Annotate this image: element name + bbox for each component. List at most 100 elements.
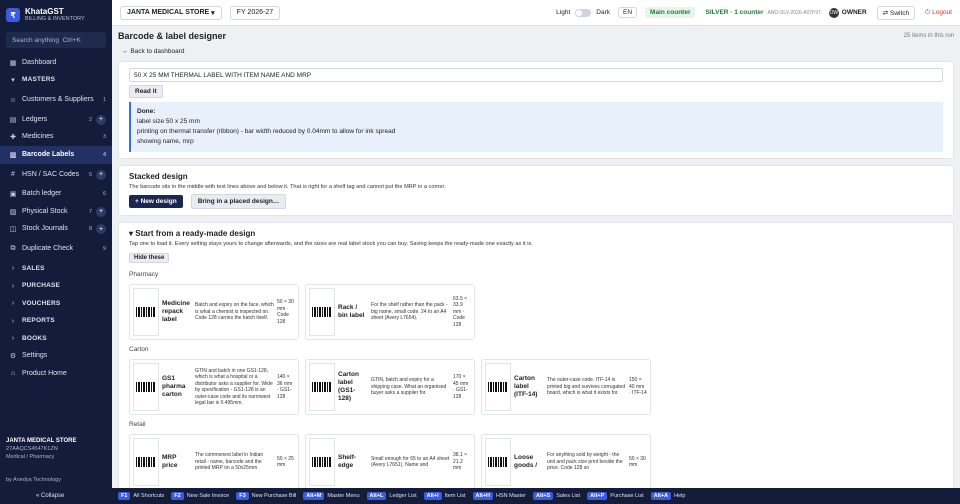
sidebar-item-stock-journals[interactable]: ◫ Stock Journals 8 + (0, 221, 112, 239)
placed-design-button[interactable]: Bring in a placed design… (190, 194, 287, 209)
template-name: MRP price (162, 454, 178, 469)
label-preview (485, 363, 511, 411)
sidebar-item-sales[interactable]: › SALES (0, 260, 112, 278)
readymade-title[interactable]: ▾ Start from a ready-made design (129, 229, 943, 238)
switch-button[interactable]: ⇄ Switch (876, 5, 916, 20)
sidebar-item-hsn-sac-codes[interactable]: # HSN / SAC Codes 5 + (0, 164, 112, 186)
template-card[interactable]: Carton label (ITF-14) The outer-case code… (481, 359, 651, 415)
shortcut-label: Ledger List (389, 493, 417, 499)
sidebar-item-product-home[interactable]: ⌂ Product Home (0, 365, 112, 383)
template-card[interactable]: GS1 pharma carton GTIN and batch in one G… (129, 359, 299, 415)
label-preview (133, 363, 159, 411)
template-card[interactable]: Loose goods / For anything sold by weight… (481, 434, 651, 488)
sidebar-item-settings[interactable]: ⚙ Settings (0, 348, 112, 366)
shortcut-alt-a[interactable]: Alt+A Help (650, 492, 685, 500)
shortcut-alt-i[interactable]: Alt+I Item List (423, 492, 466, 500)
sidebar-item-ledgers[interactable]: ▤ Ledgers 2 + (0, 111, 112, 129)
shortcut-key: Alt+I (423, 492, 442, 500)
sidebar-item-barcode-labels[interactable]: ▥ Barcode Labels 4 (0, 146, 112, 164)
add-icon[interactable]: + (96, 206, 106, 217)
sidebar-item-label: Barcode Labels (22, 150, 75, 158)
shortcut-bar: F1 All Shortcuts F2 New Sale Invoice F3 New P… (112, 488, 960, 504)
shortcut-label: Purchase List (610, 493, 644, 499)
plan-badge: SILVER · 1 counter (705, 9, 764, 16)
label-request-input[interactable]: 50 X 25 MM THERMAL LABEL WITH ITEM NAME … (129, 68, 943, 82)
shortcut-f2[interactable]: F2 New Sale Invoice (171, 492, 229, 500)
sidebar-item-medicines[interactable]: ✚ Medicines 3 (0, 129, 112, 147)
shortcut-alt-l[interactable]: Alt+L Ledger List (366, 492, 417, 500)
hide-these-button[interactable]: Hide these (129, 253, 170, 263)
main-content: Barcode & label designer 25 items in thi… (112, 26, 960, 488)
counter-badge[interactable]: Main counter (645, 7, 696, 18)
done-line: label size 50 x 25 mm (137, 118, 200, 125)
shortcut-f1[interactable]: F1 All Shortcuts (118, 492, 164, 500)
logout-icon: ⏻ (925, 8, 931, 16)
template-card[interactable]: Shelf-edge Small enough for 65 to an A4 s… (305, 434, 475, 488)
sidebar-item-label: Medicines (22, 133, 54, 141)
ledger-icon: ▤ (9, 116, 17, 124)
read-it-button[interactable]: Read it (129, 85, 163, 98)
shortcut-key: F1 (118, 492, 131, 500)
new-design-button[interactable]: + New design (129, 195, 183, 208)
sidebar-item-duplicate-check[interactable]: ⧉ Duplicate Check 9 (0, 238, 112, 260)
collapse-button[interactable]: « Collapse (36, 493, 64, 499)
search-input[interactable]: Search anything Ctrl+K (6, 32, 106, 48)
sidebar-item-label: Physical Stock (22, 207, 68, 215)
sidebar-item-label: MASTERS (22, 76, 56, 84)
template-card[interactable]: Carton label (GS1-128) GTIN, batch and ex… (305, 359, 475, 415)
sidebar-item-label: Customers & Suppliers (22, 96, 94, 103)
add-icon[interactable]: + (96, 114, 106, 125)
logout-button[interactable]: ⏻ Logout (925, 9, 952, 17)
done-line: showing name, mrp (137, 138, 194, 145)
sidebar-item-label: Product Home (22, 369, 67, 377)
shortcut-alt-m[interactable]: Alt+M Master Menu (303, 492, 360, 500)
shortcut-alt-p[interactable]: Alt+P Purchase List (587, 492, 644, 500)
sidebar-item-count: 8 (88, 226, 92, 233)
shortcut-alt-h[interactable]: Alt+H HSN Master (472, 492, 526, 500)
back-link[interactable]: ← Back to dashboard (122, 48, 185, 55)
sidebar-item-label: Batch ledger (22, 190, 62, 198)
template-desc: For anything sold by weight - the unit a… (547, 452, 623, 472)
template-grid: MRP price The commonest label in Indian r… (129, 434, 943, 488)
sidebar-item-count: 9 (102, 246, 106, 252)
done-title: Done: (137, 108, 156, 115)
template-card[interactable]: MRP price The commonest label in Indian r… (129, 434, 299, 488)
sidebar-item-masters[interactable]: ▾ MASTERS (0, 72, 112, 90)
shortcut-f3[interactable]: F3 New Purchase Bill (236, 492, 296, 500)
sidebar-item-customers-suppliers[interactable]: ☺ Customers & Suppliers 1 (0, 89, 112, 111)
sidebar-item-count: 3 (102, 134, 106, 141)
category-heading: Carton (129, 346, 149, 353)
store-selector[interactable]: JANTA MEDICAL STORE ▾ (120, 5, 222, 20)
sidebar-item-purchase[interactable]: › PURCHASE (0, 278, 112, 296)
sidebar-item-dashboard[interactable]: ▦ Dashboard (0, 54, 112, 72)
sidebar-item-physical-stock[interactable]: ▨ Physical Stock 7 + (0, 203, 112, 221)
template-card[interactable]: Rack / bin label For the shelf rather tha… (305, 284, 475, 340)
sidebar-item-reports[interactable]: › REPORTS (0, 313, 112, 331)
sidebar-item-label: REPORTS (22, 317, 55, 325)
readymade-panel: ▾ Start from a ready-made design Tap one… (118, 222, 954, 488)
theme-toggle[interactable] (575, 8, 592, 17)
caret-down-icon: ▾ (129, 229, 134, 238)
shortcut-key: F3 (236, 492, 249, 500)
sidebar-item-batch-ledger[interactable]: ▣ Batch ledger 6 (0, 186, 112, 204)
brand-name: KhataGST (25, 7, 64, 16)
journal-icon: ◫ (9, 226, 17, 234)
add-icon[interactable]: + (96, 169, 106, 180)
fy-selector[interactable]: FY 2026-27 (229, 5, 281, 20)
sidebar-item-count: 6 (102, 191, 106, 198)
add-icon[interactable]: + (96, 224, 106, 235)
stacked-desc: The barcode sits in the middle with text… (129, 184, 446, 190)
sidebar-item-label: Stock Journals (22, 225, 68, 233)
language-select[interactable]: EN (618, 7, 638, 18)
template-card[interactable]: Medicine repack label Batch and expiry on… (129, 284, 299, 340)
shortcut-label: New Purchase Bill (251, 493, 297, 499)
shortcut-alt-s[interactable]: Alt+S Sales List (532, 492, 580, 500)
pill-icon: ✚ (10, 134, 16, 142)
sidebar-item-books[interactable]: › BOOKS (0, 330, 112, 348)
users-icon: ☺ (9, 96, 17, 104)
barcode-icon (136, 457, 156, 467)
label-preview (133, 438, 159, 486)
sidebar-item-vouchers[interactable]: › VOUCHERS (0, 295, 112, 313)
label-preview (309, 288, 335, 336)
template-name: Loose goods / (514, 454, 538, 469)
